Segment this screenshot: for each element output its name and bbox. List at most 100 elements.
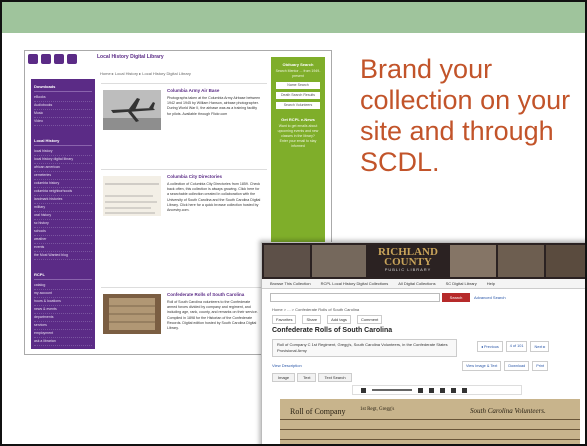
- entry-description: Roll of South Carolina volunteers to the…: [167, 300, 258, 331]
- entry-description: A collection of Columbia City Directorie…: [167, 182, 261, 213]
- item-description: Roll of Company C 1st Regiment, Gregg's,…: [272, 339, 457, 357]
- nav-item[interactable]: Video: [34, 118, 92, 126]
- nav-heading: Local History: [34, 136, 92, 146]
- youtube-icon[interactable]: [54, 53, 64, 64]
- nav-item[interactable]: my account: [34, 290, 92, 298]
- nav-item[interactable]: local history: [34, 148, 92, 156]
- nav-item[interactable]: cemeteries: [34, 172, 92, 180]
- view-tabs: Image Text Text Search: [272, 373, 352, 382]
- nav-item[interactable]: schools: [34, 228, 92, 236]
- site-banner: RICHLAND COUNTY PUBLIC LIBRARY: [262, 243, 585, 279]
- site-page-title: Local History Digital Library: [97, 54, 164, 60]
- slide: Brand your collection on your site and t…: [2, 2, 585, 444]
- banner-photo: [312, 245, 366, 277]
- fit-width-icon[interactable]: [440, 387, 445, 393]
- slide-headline: Brand your collection on your site and t…: [360, 54, 571, 177]
- nav-item[interactable]: oral history: [34, 212, 92, 220]
- death-search-button[interactable]: Death Search Results: [276, 92, 320, 99]
- print-button[interactable]: Print: [532, 361, 549, 371]
- favorites-button[interactable]: Favorites: [272, 315, 297, 324]
- nav-item[interactable]: services: [34, 322, 92, 330]
- menu-item-sc-digital-library[interactable]: SC Digital Library: [446, 281, 477, 286]
- obituary-search-heading: Obituary Search: [282, 62, 314, 67]
- tab-text-search[interactable]: Text Search: [318, 373, 352, 382]
- view-image-text-button[interactable]: View Image & Text: [462, 361, 502, 371]
- nav-item[interactable]: the Most Wanted blog: [34, 252, 92, 260]
- zoom-slider[interactable]: [372, 389, 412, 391]
- share-button[interactable]: Share: [302, 315, 322, 324]
- item-tools: View Image & Text Download Print: [462, 361, 549, 371]
- search-volunteers-button[interactable]: Search Volunteers: [276, 102, 320, 109]
- download-button[interactable]: Download: [504, 361, 530, 371]
- nav-item[interactable]: local history digital library: [34, 156, 92, 164]
- menu-item-browse[interactable]: Browse This Collection: [270, 281, 311, 286]
- nav-item[interactable]: columbia neighborhoods: [34, 188, 92, 196]
- nav-item[interactable]: news & events: [34, 306, 92, 314]
- document-unit: South Carolina Volunteers.: [470, 407, 546, 415]
- nav-heading: RCPL: [34, 270, 92, 280]
- nav-item[interactable]: landmark histories: [34, 196, 92, 204]
- nav-item[interactable]: employment: [34, 330, 92, 338]
- tab-text[interactable]: Text: [297, 373, 317, 382]
- advanced-search-link[interactable]: Advanced Search: [474, 295, 506, 300]
- twitter-icon[interactable]: [41, 53, 51, 64]
- nav-item[interactable]: ask a librarian: [34, 338, 92, 346]
- plane-image-icon: [103, 90, 161, 130]
- nav-item[interactable]: Audiobooks: [34, 102, 92, 110]
- library-logo-text: RICHLAND COUNTY: [378, 246, 438, 268]
- ledger-image-icon: [103, 294, 161, 334]
- enews-text: Want to get emails about upcoming events…: [277, 124, 319, 138]
- nav-item[interactable]: weather: [34, 236, 92, 244]
- search-input[interactable]: [270, 293, 440, 302]
- nav-item[interactable]: african american: [34, 164, 92, 172]
- confederate-rolls-image[interactable]: [103, 294, 161, 334]
- next-button[interactable]: Next ▸: [530, 341, 550, 352]
- zoom-in-icon[interactable]: [418, 387, 423, 393]
- menu-item-local-history[interactable]: RCPL Local History Digital Collections: [321, 281, 389, 286]
- comment-button[interactable]: Comment: [356, 315, 383, 324]
- enews-heading: Get RCPL e-News: [281, 117, 315, 122]
- name-search-button[interactable]: Name Search: [276, 82, 320, 89]
- nav-item[interactable]: military: [34, 204, 92, 212]
- banner-photo: [546, 245, 585, 277]
- directory-page-image[interactable]: [103, 176, 161, 216]
- image-toolbar: [352, 385, 522, 395]
- fullscreen-icon[interactable]: [462, 387, 467, 393]
- menu-item-help[interactable]: Help: [487, 281, 495, 286]
- page-indicator: 4 of 101: [505, 341, 528, 352]
- rotate-icon[interactable]: [451, 387, 456, 393]
- nav-item[interactable]: catalog: [34, 282, 92, 290]
- breadcrumb: Home > ... > Confederate Rolls of South …: [272, 307, 360, 312]
- nav-item[interactable]: departments: [34, 314, 92, 322]
- nav-item[interactable]: columbia history: [34, 180, 92, 188]
- document-image[interactable]: Roll of Company 1st Regt, Gregg's South …: [280, 399, 580, 444]
- collection-entry: Confederate Rolls of South Carolina Roll…: [101, 287, 267, 351]
- nav-item[interactable]: Music: [34, 110, 92, 118]
- zoom-out-icon[interactable]: [361, 387, 366, 393]
- facebook-icon[interactable]: [28, 53, 38, 64]
- menu-item-all-collections[interactable]: All Digital Collections: [398, 281, 435, 286]
- flickr-icon[interactable]: [67, 53, 77, 64]
- enews-cta: Enter your email to stay informed: [279, 139, 317, 148]
- previous-button[interactable]: ◂ Previous: [477, 341, 503, 352]
- search-button[interactable]: Search: [442, 293, 470, 302]
- entry-title[interactable]: Columbia City Directories: [167, 174, 222, 179]
- ledger-line: [280, 429, 580, 430]
- nav-item[interactable]: sc history: [34, 220, 92, 228]
- directory-image-icon: [103, 176, 161, 216]
- view-description-link[interactable]: View Description: [272, 363, 302, 368]
- nav-item[interactable]: events: [34, 244, 92, 252]
- airbase-photo[interactable]: [103, 90, 161, 130]
- add-tags-button[interactable]: Add tags: [327, 315, 351, 324]
- nav-group-rcpl: RCPL catalog my account hours & location…: [34, 270, 92, 346]
- tab-image[interactable]: Image: [272, 373, 296, 382]
- banner-photo: [264, 245, 310, 277]
- entry-title[interactable]: Confederate Rolls of South Carolina: [167, 292, 244, 297]
- entry-title[interactable]: Columbia Army Air Base: [167, 88, 219, 93]
- banner-photo: [450, 245, 496, 277]
- nav-item[interactable]: eBooks: [34, 94, 92, 102]
- title-band: [2, 2, 585, 33]
- fit-window-icon[interactable]: [429, 387, 434, 393]
- nav-item[interactable]: hours & locations: [34, 298, 92, 306]
- nav-group-downloads: Downloads eBooks Audiobooks Music Video: [34, 82, 92, 126]
